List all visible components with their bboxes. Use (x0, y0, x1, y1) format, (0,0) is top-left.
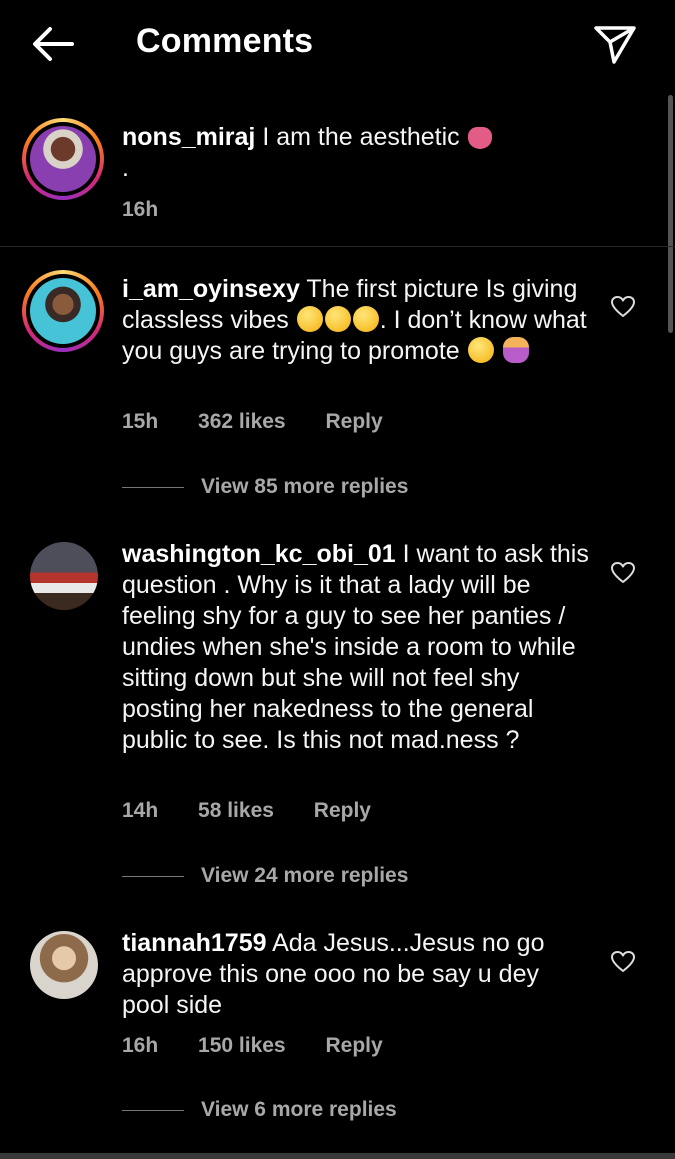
comments-screen: Comments nons_miraj I am the aesthetic .… (0, 0, 675, 1159)
back-arrow-icon[interactable] (28, 22, 78, 66)
unamused-emoji-icon (467, 337, 494, 363)
comment-text: nons_miraj I am the aesthetic . (122, 122, 592, 184)
person-shrugging-emoji-icon (502, 337, 529, 363)
reply-button[interactable]: Reply (314, 799, 371, 822)
send-icon[interactable] (592, 22, 638, 66)
comment-meta: 16h (122, 198, 192, 222)
comment-body: I want to ask this question . Why is it … (122, 540, 589, 754)
view-replies-label: View 6 more replies (201, 1098, 397, 1121)
comment-meta: 16h 150 likes Reply (122, 1034, 417, 1058)
comment-username[interactable]: i_am_oyinsexy (122, 275, 300, 303)
avatar[interactable] (22, 270, 104, 352)
comment-username[interactable]: washington_kc_obi_01 (122, 540, 396, 568)
comment-text: tiannah1759 Ada Jesus...Jesus no go appr… (122, 928, 592, 1021)
comment-username[interactable]: nons_miraj (122, 123, 255, 151)
view-replies-label: View 24 more replies (201, 864, 409, 887)
comment-time: 16h (122, 198, 159, 221)
page-title: Comments (136, 22, 314, 60)
replies-line (122, 1109, 184, 1111)
heart-icon[interactable] (610, 561, 636, 585)
avatar[interactable] (22, 118, 104, 200)
flushed-emoji-icon (324, 306, 351, 332)
comment-extra-line: . (122, 154, 129, 182)
tongue-emoji-icon (467, 127, 492, 149)
reply-button[interactable]: Reply (325, 410, 382, 433)
comment-username[interactable]: tiannah1759 (122, 929, 267, 957)
comment-text: i_am_oyinsexy The first picture Is givin… (122, 274, 592, 367)
replies-line (122, 486, 184, 488)
scrollbar[interactable] (668, 95, 673, 333)
comment-body: I am the aesthetic (262, 123, 460, 151)
heart-icon[interactable] (610, 950, 636, 974)
header: Comments (0, 0, 675, 88)
view-replies-button[interactable]: View 6 more replies (122, 1098, 397, 1122)
comment-time: 14h (122, 799, 159, 822)
view-replies-button[interactable]: View 24 more replies (122, 864, 408, 888)
view-replies-button[interactable]: View 85 more replies (122, 475, 408, 499)
comment-time: 15h (122, 410, 159, 433)
comment-likes[interactable]: 362 likes (198, 410, 286, 433)
avatar[interactable] (30, 542, 98, 610)
comment-meta: 14h 58 likes Reply (122, 799, 405, 823)
replies-line (122, 875, 184, 877)
heart-icon[interactable] (610, 295, 636, 319)
comment-likes[interactable]: 58 likes (198, 799, 274, 822)
comment-likes[interactable]: 150 likes (198, 1034, 286, 1057)
comment-meta: 15h 362 likes Reply (122, 410, 417, 434)
comment-text: washington_kc_obi_01 I want to ask this … (122, 539, 592, 756)
comment-time: 16h (122, 1034, 159, 1057)
divider (0, 246, 675, 247)
view-replies-label: View 85 more replies (201, 475, 409, 498)
reply-button[interactable]: Reply (325, 1034, 382, 1057)
bottom-bar (0, 1153, 675, 1159)
avatar[interactable] (30, 931, 98, 999)
eye-roll-emoji-icon (296, 306, 323, 332)
unamused-emoji-icon (352, 306, 379, 332)
